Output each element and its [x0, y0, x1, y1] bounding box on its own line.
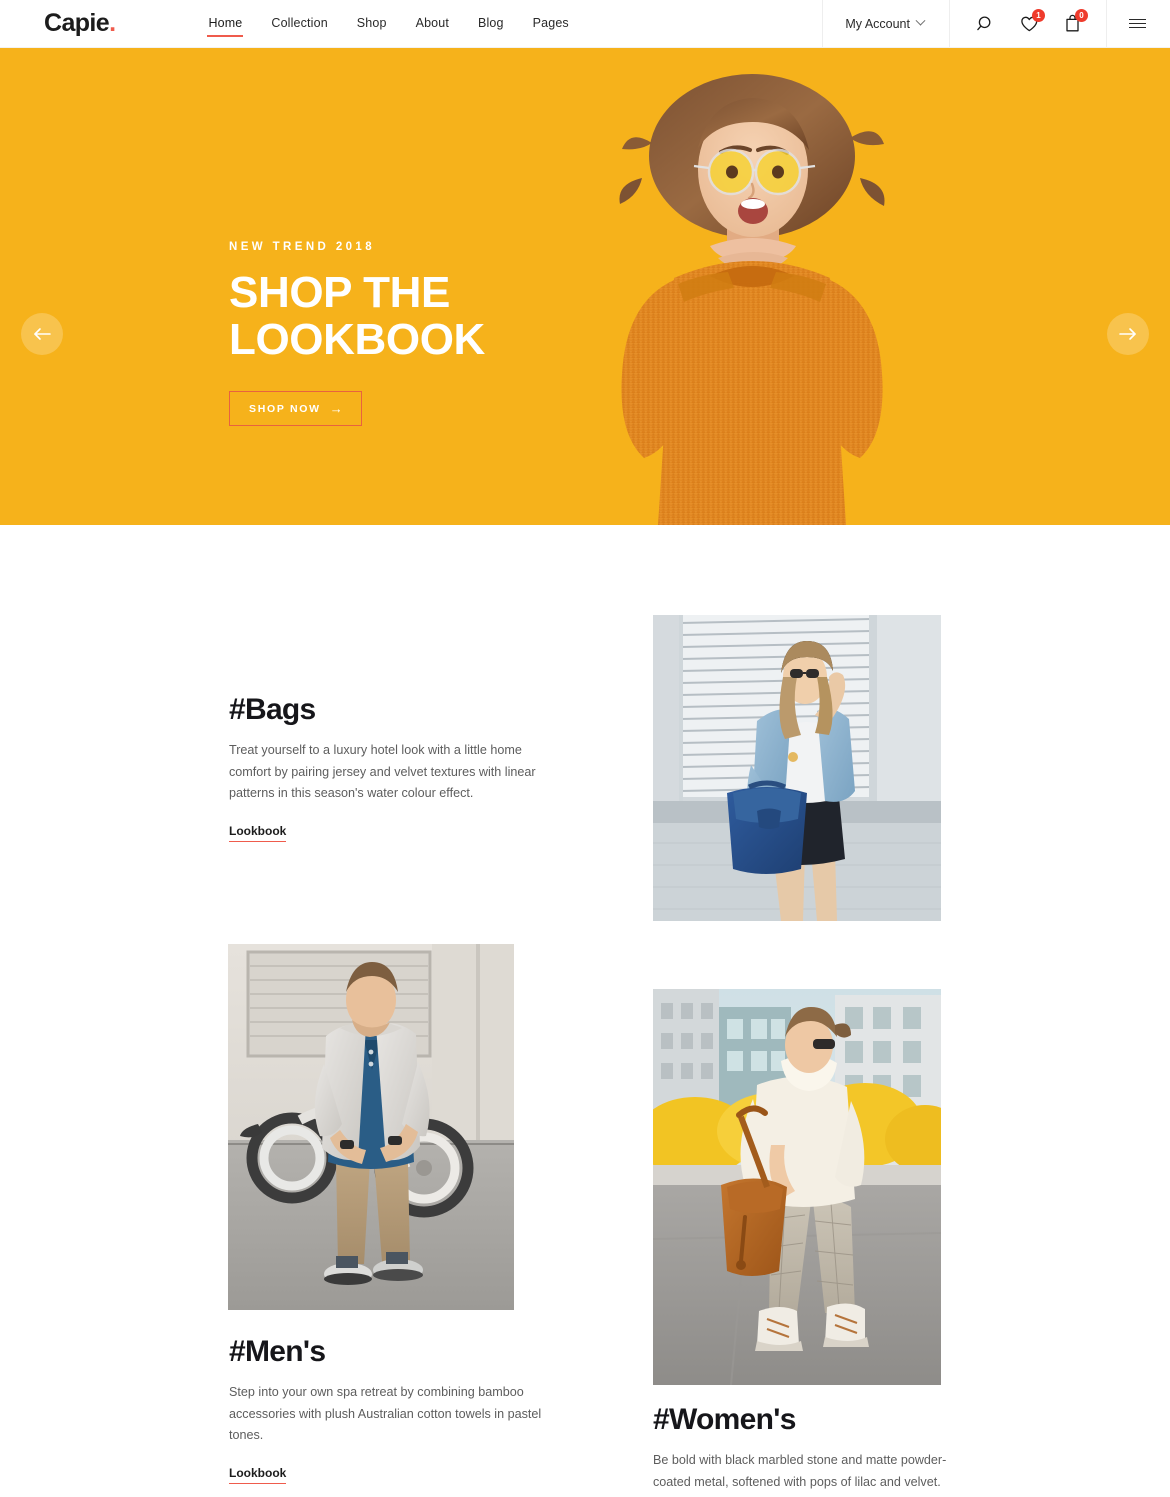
section-bags-title: #Bags [229, 693, 316, 726]
hero-title: SHOP THE LOOKBOOK [229, 268, 559, 364]
hero-title-line-1: SHOP THE [229, 268, 450, 317]
chevron-down-icon [915, 15, 926, 26]
hero-image [582, 48, 922, 525]
site-logo[interactable]: Capie. [44, 9, 116, 37]
nav-item-home[interactable]: Home [207, 10, 244, 37]
bags-lookbook-photo [653, 615, 941, 921]
logo-dot: . [109, 9, 116, 37]
arrow-right-icon [1119, 328, 1136, 340]
carousel-prev-button[interactable] [21, 313, 63, 355]
my-account-dropdown[interactable]: My Account [822, 0, 949, 47]
search-icon [977, 15, 991, 30]
section-bags-image[interactable] [653, 615, 941, 921]
section-womens-description: Be bold with black marbled stone and mat… [653, 1453, 947, 1489]
hamburger-menu-button[interactable] [1106, 0, 1170, 47]
arrow-right-icon: → [329, 401, 345, 417]
wishlist-badge: 1 [1032, 8, 1045, 22]
section-bags-lookbook-link[interactable]: Lookbook [229, 824, 287, 842]
section-mens-title: #Men's [229, 1335, 326, 1368]
nav-item-pages[interactable]: Pages [532, 10, 570, 37]
hamburger-icon [1129, 16, 1146, 30]
section-mens-text: #Men's Step into your own spa retreat by… [229, 1335, 559, 1484]
carousel-next-button[interactable] [1107, 313, 1149, 355]
section-bags-text: #Bags Treat yourself to a luxury hotel l… [229, 693, 559, 842]
section-womens-text: #Women's Be bold with black marbled ston… [653, 1403, 983, 1497]
arrow-left-icon [34, 328, 51, 340]
shop-now-button[interactable]: SHOP NOW → [229, 391, 363, 427]
site-header: Capie. Home Collection Shop About Blog P… [0, 0, 1170, 48]
hero-title-line-2: LOOKBOOK [229, 314, 485, 364]
nav-item-shop[interactable]: Shop [356, 10, 388, 37]
lookbook-sections: #Bags Treat yourself to a luxury hotel l… [0, 525, 1170, 1497]
mens-lookbook-photo [228, 944, 514, 1310]
header-actions: My Account 1 0 [822, 0, 1170, 47]
hero-carousel: NEW TREND 2018 SHOP THE LOOKBOOK SHOP NO… [0, 48, 1170, 525]
hero-eyebrow: NEW TREND 2018 [229, 241, 376, 253]
nav-item-blog[interactable]: Blog [477, 10, 505, 37]
womens-lookbook-photo [653, 989, 941, 1385]
section-bags-description: Treat yourself to a luxury hotel look wi… [229, 743, 536, 801]
section-mens-lookbook-link[interactable]: Lookbook [229, 1466, 287, 1484]
section-mens-description: Step into your own spa retreat by combin… [229, 1385, 542, 1443]
cart-button[interactable]: 0 [1062, 8, 1088, 34]
section-womens-image[interactable] [653, 989, 941, 1385]
my-account-label: My Account [845, 16, 910, 31]
wishlist-button[interactable]: 1 [1019, 8, 1045, 34]
header-icon-group: 1 0 [949, 0, 1106, 47]
search-button[interactable] [976, 14, 996, 34]
hero-model-photo [582, 48, 922, 525]
hero-content: NEW TREND 2018 SHOP THE LOOKBOOK SHOP NO… [229, 241, 559, 427]
shop-now-label: SHOP NOW [249, 402, 321, 415]
nav-item-collection[interactable]: Collection [270, 10, 328, 37]
logo-text: Capie [44, 9, 110, 37]
section-womens-title: #Women's [653, 1403, 796, 1436]
nav-item-about[interactable]: About [415, 10, 450, 37]
cart-badge: 0 [1075, 8, 1088, 22]
main-navigation: Home Collection Shop About Blog Pages [207, 0, 569, 47]
section-mens-image[interactable] [228, 944, 514, 1310]
